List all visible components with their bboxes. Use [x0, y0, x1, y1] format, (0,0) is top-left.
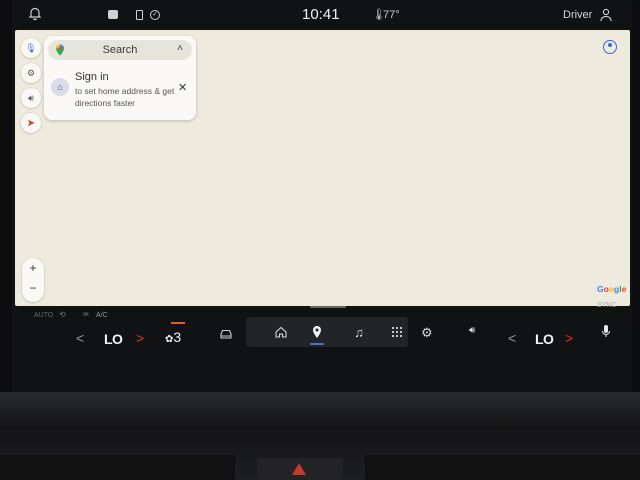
map-view[interactable]: 🎙︎ ⚙ 🔊︎ ➤ Search ˄ ⌂ Sign in to set home… — [15, 30, 630, 306]
right-temp-increase-button[interactable]: > — [565, 330, 573, 346]
drag-handle[interactable] — [310, 306, 346, 308]
zoom-controls: + − — [22, 258, 44, 302]
recirculation-icon[interactable]: ⟲ — [59, 310, 66, 319]
ac-indicator[interactable]: A/C — [96, 312, 108, 319]
volume-icon[interactable]: 🔊︎ — [21, 88, 41, 108]
hazard-triangle-icon[interactable] — [292, 463, 306, 475]
zoom-out-button[interactable]: − — [22, 281, 44, 295]
fan-speed-button[interactable]: ✿3 — [165, 329, 181, 345]
search-label: Search — [102, 44, 138, 56]
gear-icon[interactable]: ⚙ — [421, 325, 433, 341]
close-icon[interactable]: ✕ — [178, 81, 187, 94]
phone-icon — [136, 10, 143, 20]
volume-icon[interactable]: 🔊︎ — [469, 325, 475, 336]
right-temp-decrease-button[interactable]: < — [508, 330, 516, 346]
navigation-button[interactable] — [302, 317, 332, 347]
left-temp-decrease-button[interactable]: < — [76, 330, 84, 346]
fan-direction-icon[interactable]: ♒︎ — [82, 310, 89, 319]
music-note-icon: ♫ — [354, 324, 364, 340]
gear-icon[interactable]: ⚙ — [21, 63, 41, 83]
app-dock: ♫ — [246, 317, 408, 347]
map-side-controls: 🎙︎ ⚙ 🔊︎ ➤ — [21, 38, 41, 133]
home-icon — [275, 326, 287, 338]
apps-grid-icon — [391, 326, 403, 338]
search-bar[interactable]: Search ˄ — [48, 40, 192, 60]
chevron-up-icon[interactable]: ˄ — [177, 43, 183, 54]
music-button[interactable]: ♫ — [344, 317, 374, 347]
auto-indicator[interactable]: AUTO — [34, 312, 53, 319]
outside-temperature: 77° — [383, 9, 400, 21]
fan-speed-value: 3 — [173, 329, 182, 345]
message-icon — [108, 10, 118, 19]
left-air-vent — [0, 455, 235, 480]
status-bar: ✓ 10:41 🌡︎ 77° Driver — [12, 0, 632, 30]
apps-button[interactable] — [382, 317, 412, 347]
bell-icon[interactable] — [28, 7, 42, 21]
right-temperature: LO — [535, 331, 554, 347]
check-circle-icon: ✓ — [150, 10, 160, 20]
driver-profile-label[interactable]: Driver — [563, 9, 592, 21]
active-tab-indicator — [310, 343, 324, 345]
car-icon[interactable] — [219, 327, 233, 341]
left-temperature: LO — [104, 331, 123, 347]
home-button[interactable] — [266, 317, 296, 347]
compass-icon[interactable]: ➤ — [21, 113, 41, 133]
home-icon: ⌂ — [51, 78, 69, 96]
left-temp-increase-button[interactable]: > — [136, 330, 144, 346]
infotainment-screen: ✓ 10:41 🌡︎ 77° Driver 🎙︎ ⚙ 🔊︎ ➤ Search ˄… — [12, 0, 632, 392]
sign-in-subtitle: to set home address & get directions fas… — [75, 86, 175, 108]
person-icon[interactable] — [600, 8, 612, 22]
fan-level-indicator — [171, 322, 185, 324]
clock-time: 10:41 — [302, 6, 340, 23]
mic-icon[interactable]: 🎙︎ — [21, 38, 41, 58]
right-air-vent — [365, 455, 640, 480]
sync-indicator[interactable]: SYNC — [597, 302, 616, 309]
location-pin-icon — [313, 326, 321, 338]
account-icon[interactable] — [603, 40, 617, 54]
sign-in-title[interactable]: Sign in — [75, 71, 109, 83]
google-attribution: Google — [597, 284, 627, 294]
search-card: Search ˄ ⌂ Sign in to set home address &… — [44, 36, 196, 120]
mic-icon[interactable] — [601, 324, 611, 338]
zoom-in-button[interactable]: + — [22, 261, 44, 275]
